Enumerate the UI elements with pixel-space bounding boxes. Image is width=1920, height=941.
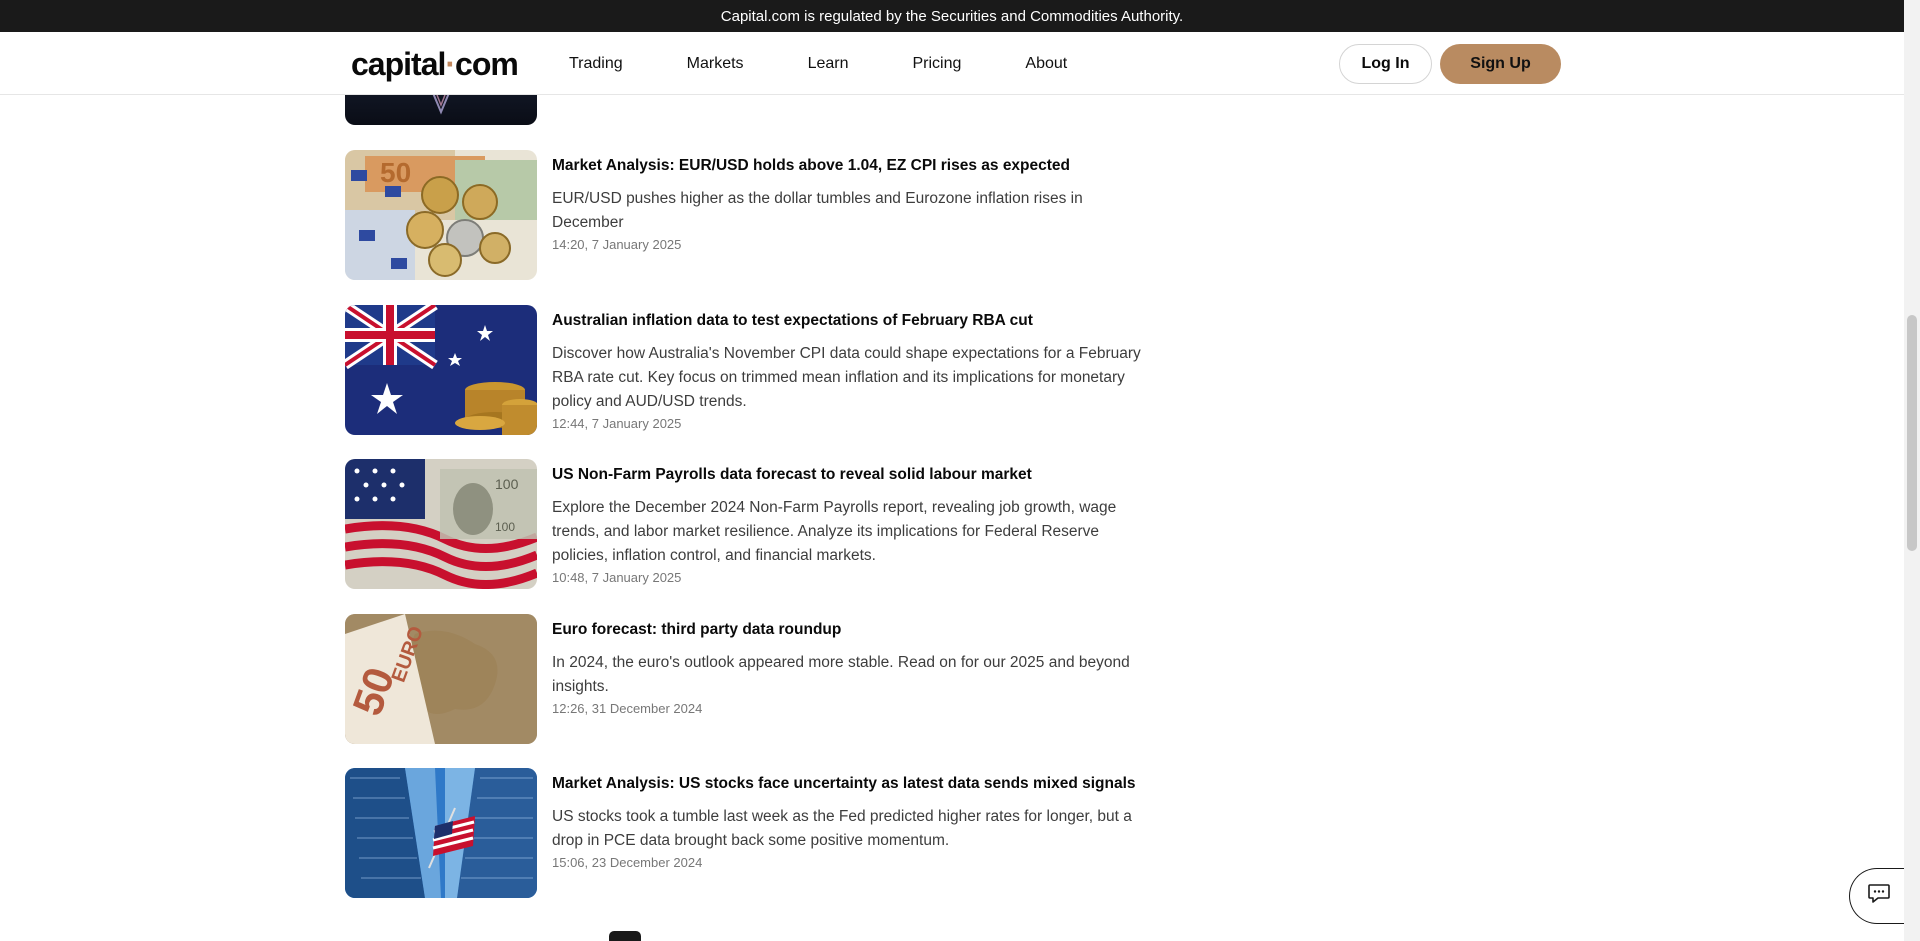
- article-description: US stocks took a tumble last week as the…: [552, 808, 1132, 849]
- article-item[interactable]: Australian inflation data to test expect…: [345, 305, 1141, 435]
- chat-support-button[interactable]: [1849, 868, 1907, 924]
- nav-about[interactable]: About: [1025, 55, 1067, 73]
- article-date: 14:20, 7 January 2025: [552, 237, 682, 252]
- svg-text:50: 50: [380, 157, 411, 188]
- logo-text-capital: capital: [351, 46, 446, 82]
- nav-learn[interactable]: Learn: [808, 55, 849, 73]
- article-item[interactable]: 50 Market Analysis: EUR/USD holds above …: [345, 150, 1135, 280]
- article-date: 15:06, 23 December 2024: [552, 855, 703, 870]
- article-title[interactable]: Market Analysis: EUR/USD holds above 1.0…: [552, 157, 1152, 175]
- regulatory-notice-text: Capital.com is regulated by the Securiti…: [720, 7, 1184, 25]
- article-description: Explore the December 2024 Non-Farm Payro…: [552, 499, 1117, 564]
- article-thumbnail-euro-coins[interactable]: 50: [345, 150, 537, 280]
- article-description: EUR/USD pushes higher as the dollar tumb…: [552, 190, 1083, 231]
- site-header: capital·com Trading Markets Learn Pricin…: [0, 32, 1904, 95]
- svg-text:100: 100: [495, 520, 515, 534]
- signup-button[interactable]: Sign Up: [1440, 44, 1561, 84]
- page-scrollbar-thumb[interactable]: [1907, 315, 1917, 551]
- logo-text-com: com: [455, 46, 519, 82]
- logo-dot: ·: [445, 46, 456, 82]
- article-date: 10:48, 7 January 2025: [552, 570, 682, 585]
- svg-text:100: 100: [495, 476, 519, 492]
- article-description: Discover how Australia's November CPI da…: [552, 345, 1141, 410]
- article-title[interactable]: Market Analysis: US stocks face uncertai…: [552, 775, 1152, 793]
- article-title[interactable]: US Non-Farm Payrolls data forecast to re…: [552, 466, 1152, 484]
- regulatory-notice-bar: Capital.com is regulated by the Securiti…: [0, 0, 1904, 32]
- article-item[interactable]: 100 100 US Non-Farm Payrolls data foreca…: [345, 459, 1135, 589]
- nav-markets[interactable]: Markets: [687, 55, 744, 73]
- pagination-current-page[interactable]: [609, 931, 641, 941]
- main-nav: Trading Markets Learn Pricing About: [569, 32, 1131, 95]
- article-title[interactable]: Euro forecast: third party data roundup: [552, 621, 1152, 639]
- nav-pricing[interactable]: Pricing: [912, 55, 961, 73]
- capital-com-logo[interactable]: capital·com: [351, 46, 519, 83]
- article-item[interactable]: 50 EURO Euro forecast: third party data …: [345, 614, 1135, 744]
- nav-trading[interactable]: Trading: [569, 55, 623, 73]
- chat-bubble-icon: [1867, 883, 1891, 910]
- article-thumbnail-us-flag-skyscrapers[interactable]: [345, 768, 537, 898]
- article-item[interactable]: Market Analysis: US stocks face uncertai…: [345, 768, 1136, 898]
- login-button[interactable]: Log In: [1339, 44, 1432, 84]
- article-title[interactable]: Australian inflation data to test expect…: [552, 312, 1152, 330]
- article-thumbnail-australia-flag[interactable]: [345, 305, 537, 435]
- article-date: 12:44, 7 January 2025: [552, 416, 682, 431]
- article-date: 12:26, 31 December 2024: [552, 701, 703, 716]
- article-description: In 2024, the euro's outlook appeared mor…: [552, 654, 1130, 695]
- article-thumbnail-us-dollar-flag[interactable]: 100 100: [345, 459, 537, 589]
- article-thumbnail-euro-banknote[interactable]: 50 EURO: [345, 614, 537, 744]
